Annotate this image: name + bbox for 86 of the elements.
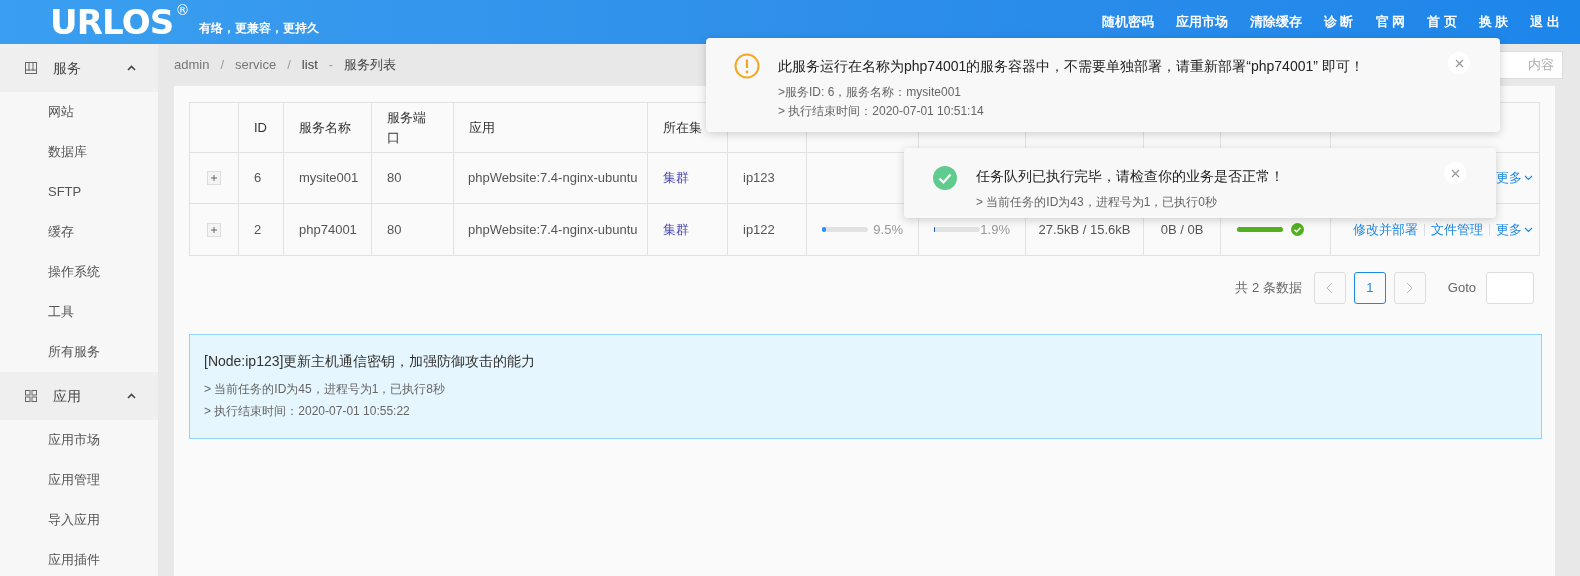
notification-title: 任务队列已执行完毕，请检查你的业务是否正常！ [976, 167, 1285, 186]
slogan: 有络，更兼容，更持久 [198, 20, 319, 37]
sidebar-item[interactable]: 应用插件 [0, 540, 158, 576]
usage-reading: 1.9% [980, 220, 1010, 239]
column-header: 服务名称 [284, 103, 372, 152]
nav-link[interactable]: 官 网 [1375, 12, 1406, 32]
column-header: 应用 [454, 103, 648, 152]
chevron-down-icon [1524, 226, 1533, 233]
grid-icon [25, 62, 37, 74]
close-icon [1450, 168, 1460, 178]
sidebar-group[interactable]: 服务 [0, 44, 158, 92]
table-cell-text: phpWebsite:7.4-nginx-ubuntu [468, 220, 638, 239]
cluster-link[interactable]: 集群 [663, 219, 689, 240]
sidebar-item[interactable]: 网站 [0, 92, 158, 132]
breadcrumb-separator: / [286, 56, 292, 75]
sidebar-item[interactable]: 所有服务 [0, 332, 158, 372]
sidebar-item[interactable]: 缓存 [0, 212, 158, 252]
check-circle-icon [932, 165, 958, 191]
sidebar-item[interactable]: 操作系统 [0, 252, 158, 292]
notification-title: 此服务运行在名称为php74001的服务容器中，不需要单独部署，请重新部署“php74001” 即可！ [778, 57, 1365, 76]
notification-detail: > 当前任务的ID为43，进程号为1，已执行0秒 [976, 194, 1219, 211]
usage-reading: 9.5% [873, 220, 903, 239]
plus-icon [211, 226, 217, 233]
table-cell-text: mysite001 [299, 169, 359, 188]
caret-icon [127, 393, 136, 399]
expand-button[interactable] [207, 222, 221, 237]
sidebar-item[interactable]: 应用市场 [0, 420, 158, 460]
notification-detail: >服务ID: 6，服务名称：mysite001 [778, 84, 963, 101]
action-link[interactable]: 更多 [1489, 223, 1533, 236]
nav-link[interactable]: 首 页 [1427, 12, 1457, 32]
close-button[interactable] [1444, 162, 1466, 184]
sidebar-item[interactable]: 工具 [0, 292, 158, 332]
cluster-link[interactable]: 集群 [663, 168, 689, 188]
column-header: ID [239, 103, 284, 152]
table-cell-text: php74001 [299, 220, 357, 239]
nav-link[interactable]: 清除缓存 [1249, 12, 1302, 32]
action-link[interactable]: 修改并部署 [1353, 223, 1418, 236]
alert-detail: > 执行结束时间：2020-07-01 10:55:22 [204, 403, 411, 420]
warning-icon [734, 53, 760, 79]
close-button[interactable] [1448, 52, 1470, 74]
table-cell-text: 2 [254, 220, 262, 239]
breadcrumb-separator: - [327, 56, 335, 75]
next-page-button[interactable] [1393, 272, 1426, 304]
total-count: 共 2 条数据 [1235, 279, 1302, 298]
chevron-down-icon [1524, 175, 1533, 181]
notification-detail: > 执行结束时间：2020-07-01 10:51:14 [778, 103, 985, 120]
alert-title: [Node:ip123]更新主机通信密钥，加强防御攻击的能力 [204, 352, 537, 371]
sidebar-group[interactable]: 应用 [0, 372, 158, 420]
table-cell-text: 80 [387, 169, 402, 188]
breadcrumb-separator: / [219, 56, 226, 75]
action-link[interactable]: 更多 [1496, 172, 1533, 184]
expand-button[interactable] [207, 171, 221, 185]
sidebar-item[interactable]: SFTP [0, 172, 158, 212]
nav-link[interactable]: 随机密码 [1101, 12, 1154, 32]
prev-page-button[interactable] [1313, 272, 1346, 304]
sidebar-item[interactable]: 数据库 [0, 132, 158, 172]
table-cell-text: 6 [254, 169, 262, 188]
sidebar-item[interactable]: 应用管理 [0, 460, 158, 500]
goto-label: Goto [1447, 279, 1476, 298]
page-title: 服务列表 [344, 56, 397, 75]
breadcrumb-link[interactable]: list [301, 55, 318, 75]
alert-detail: > 当前任务的ID为45，进程号为1，已执行8秒 [204, 381, 447, 398]
nav-link[interactable]: 诊 断 [1323, 12, 1354, 32]
table-cell-text: 0B / 0B [1160, 220, 1204, 239]
apps-icon [25, 390, 37, 402]
chevron-right-icon [1406, 282, 1414, 294]
nav-link[interactable]: 退 出 [1530, 12, 1560, 32]
sidebar-item[interactable]: 导入应用 [0, 500, 158, 540]
table-cell-text: ip123 [743, 169, 775, 188]
breadcrumb-link[interactable]: service [235, 55, 277, 75]
table-cell-text: 80 [387, 220, 402, 239]
close-icon [1454, 58, 1464, 68]
goto-field[interactable] [1486, 272, 1534, 304]
nav-link[interactable]: 换 肤 [1478, 12, 1509, 32]
caret-icon [127, 65, 136, 71]
table-cell-text: ip122 [743, 220, 775, 239]
plus-icon [211, 175, 217, 181]
action-link[interactable]: 文件管理 [1424, 223, 1483, 236]
table-cell-text: 27.5kB / 15.6kB [1038, 220, 1131, 239]
column-header: 服务端口 [372, 103, 454, 152]
page-button[interactable]: 1 [1353, 272, 1386, 304]
logo: URLOS® [50, 5, 189, 39]
chevron-left-icon [1326, 282, 1334, 294]
breadcrumb-link[interactable]: admin [174, 55, 210, 75]
nav-link[interactable]: 应用市场 [1175, 12, 1228, 32]
table-cell-text: phpWebsite:7.4-nginx-ubuntu [468, 169, 638, 188]
